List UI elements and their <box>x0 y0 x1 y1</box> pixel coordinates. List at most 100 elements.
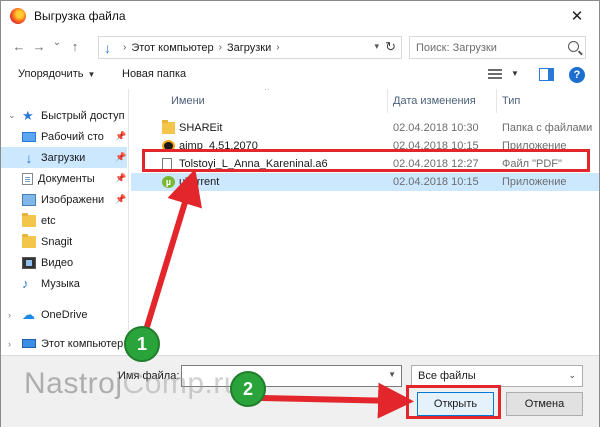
view-options-icon[interactable] <box>488 69 502 80</box>
pdf-file-icon <box>162 158 172 170</box>
watermark-part2: Comp.ru <box>122 367 242 400</box>
refresh-icon[interactable]: ↻ <box>385 39 396 55</box>
file-list: ^ Имени Дата изменения Тип SHAREit 02.04… <box>131 89 599 355</box>
download-icon: ↓ <box>25 149 33 166</box>
file-date: 02.04.2018 12:27 <box>393 158 479 170</box>
caret-down-icon: ▼ <box>87 70 96 79</box>
organize-button[interactable]: Упорядочить ▼ <box>18 68 95 80</box>
chevron-right-icon: › <box>276 42 280 53</box>
download-location-icon: ↓ <box>104 39 111 56</box>
file-name: SHAREit <box>179 122 223 134</box>
watermark: NastrojComp.ru <box>24 367 241 401</box>
pin-icon: 📌 <box>115 194 127 204</box>
documents-icon <box>22 172 33 185</box>
column-header-date[interactable]: Дата изменения <box>393 89 476 113</box>
sidebar-item-onedrive[interactable]: › ☁ OneDrive <box>1 304 127 325</box>
file-type-filter[interactable]: Все файлы ⌄ <box>411 365 583 387</box>
star-icon: ★ <box>22 107 34 123</box>
close-button[interactable]: ✕ <box>555 1 599 31</box>
sidebar-item-label: OneDrive <box>41 308 88 321</box>
file-date: 02.04.2018 10:15 <box>393 176 479 188</box>
sidebar-item-documents[interactable]: Документы 📌 <box>1 168 127 189</box>
column-divider[interactable] <box>387 89 388 113</box>
file-row-utorrent[interactable]: µ uTorrent 02.04.2018 10:15 Приложение <box>131 173 599 191</box>
forward-arrow-icon[interactable]: → <box>31 39 47 54</box>
file-type: Папка с файлами <box>502 122 593 134</box>
aimp-icon <box>162 140 175 152</box>
pin-icon: 📌 <box>115 173 127 183</box>
sidebar-item-label: Видео <box>41 256 74 269</box>
search-box[interactable] <box>409 36 586 59</box>
file-upload-dialog: Выгрузка файла ✕ ← → ⌄ ↑ ↓ › Этот компью… <box>0 0 600 427</box>
sidebar-item-label: Документы <box>38 172 95 185</box>
expand-chevron-icon[interactable]: ⌄ <box>8 110 18 121</box>
caret-down-icon[interactable]: ▼ <box>511 69 519 78</box>
file-type: Файл "PDF" <box>502 158 562 170</box>
file-type: Приложение <box>502 140 567 152</box>
sidebar-item-this-pc[interactable]: › Этот компьютер <box>1 333 127 354</box>
file-name: Tolstoyi_L_Anna_Kareninal.a6 <box>179 158 328 170</box>
command-toolbar: Упорядочить ▼ Новая папка ▼ ? <box>1 63 599 87</box>
organize-label: Упорядочить <box>18 68 84 80</box>
file-type: Приложение <box>502 176 567 188</box>
pin-icon: 📌 <box>115 152 127 162</box>
sidebar-item-desktop[interactable]: Рабочий сто 📌 <box>1 126 127 147</box>
back-arrow-icon[interactable]: ← <box>11 39 27 54</box>
sidebar-item-video[interactable]: Видео <box>1 252 127 273</box>
chevron-down-icon[interactable]: ▼ <box>388 370 396 379</box>
sidebar-item-label: Рабочий сто <box>41 130 104 143</box>
sidebar-item-snagit[interactable]: Snagit <box>1 231 127 252</box>
file-date: 02.04.2018 10:15 <box>393 140 479 152</box>
music-icon: ♪ <box>22 275 29 291</box>
search-input[interactable] <box>416 41 566 54</box>
chevron-down-icon[interactable]: ⌄ <box>568 370 576 381</box>
folder-icon <box>22 212 36 227</box>
cancel-button[interactable]: Отмена <box>506 392 583 416</box>
column-header-name[interactable]: Имени <box>171 89 205 113</box>
file-row-aimp[interactable]: aimp_4.51.2070 02.04.2018 10:15 Приложен… <box>131 137 599 155</box>
sidebar-item-label: Этот компьютер <box>41 337 124 350</box>
up-arrow-icon[interactable]: ↑ <box>67 39 83 54</box>
preview-pane-icon[interactable] <box>539 68 554 81</box>
file-name: uTorrent <box>179 176 220 188</box>
pictures-icon <box>22 193 36 206</box>
file-name: aimp_4.51.2070 <box>179 140 258 152</box>
address-dropdown-icon[interactable]: ▾ <box>374 41 379 52</box>
expand-chevron-icon[interactable]: › <box>8 339 18 349</box>
sort-ascending-icon: ^ <box>265 89 269 95</box>
sidebar-item-label: Музыка <box>41 277 80 290</box>
search-icon[interactable] <box>568 41 579 52</box>
sidebar-item-pictures[interactable]: Изображени 📌 <box>1 189 127 210</box>
desktop-icon <box>22 131 36 142</box>
address-bar[interactable]: ↓ › Этот компьютер › Загрузки › ▾ ↻ <box>98 36 402 59</box>
column-header-type[interactable]: Тип <box>502 89 520 113</box>
firefox-icon <box>10 8 26 24</box>
navigation-pane: ⌄ ★ Быстрый доступ Рабочий сто 📌 ↓ Загру… <box>1 89 129 355</box>
sidebar-item-music[interactable]: ♪ Музыка <box>1 273 127 294</box>
file-row-tolstoy-pdf[interactable]: Tolstoyi_L_Anna_Kareninal.a6 02.04.2018 … <box>131 155 599 173</box>
sidebar-item-label: etc <box>41 214 56 227</box>
sidebar-item-label: Загрузки <box>41 151 86 164</box>
pin-icon: 📌 <box>115 131 127 141</box>
sidebar-item-quick-access[interactable]: ⌄ ★ Быстрый доступ <box>1 105 127 126</box>
navigation-bar: ← → ⌄ ↑ ↓ › Этот компьютер › Загрузки › … <box>1 35 599 61</box>
new-folder-button[interactable]: Новая папка <box>122 68 186 80</box>
folder-icon <box>162 120 175 134</box>
column-divider[interactable] <box>496 89 497 113</box>
sidebar-item-etc[interactable]: etc <box>1 210 127 231</box>
title-bar: Выгрузка файла ✕ <box>1 1 599 31</box>
help-icon[interactable]: ? <box>569 67 585 83</box>
window-title: Выгрузка файла <box>34 9 126 23</box>
utorrent-icon: µ <box>162 176 175 188</box>
breadcrumb-this-pc[interactable]: Этот компьютер <box>131 42 213 54</box>
cloud-icon: ☁ <box>22 306 35 322</box>
file-row-shareit[interactable]: SHAREit 02.04.2018 10:30 Папка с файлами <box>131 119 599 137</box>
chevron-right-icon: › <box>123 42 127 53</box>
expand-chevron-icon[interactable]: › <box>8 310 18 320</box>
recent-locations-icon[interactable]: ⌄ <box>49 37 65 48</box>
breadcrumb-downloads[interactable]: Загрузки <box>227 42 271 54</box>
video-icon <box>22 256 36 269</box>
sidebar-item-label: Быстрый доступ <box>41 109 125 122</box>
open-button[interactable]: Открыть <box>417 392 494 416</box>
sidebar-item-downloads[interactable]: ↓ Загрузки 📌 <box>1 147 127 168</box>
